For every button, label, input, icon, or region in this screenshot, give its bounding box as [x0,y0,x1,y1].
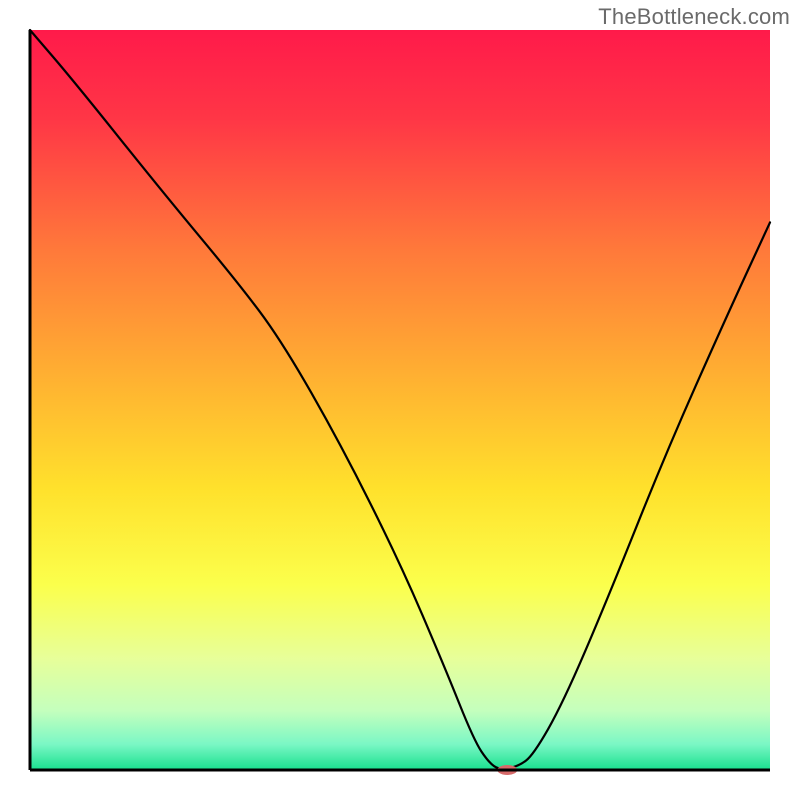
plot-background [30,30,770,770]
chart-svg [0,0,800,800]
bottleneck-chart: TheBottleneck.com [0,0,800,800]
watermark-text: TheBottleneck.com [598,4,790,30]
